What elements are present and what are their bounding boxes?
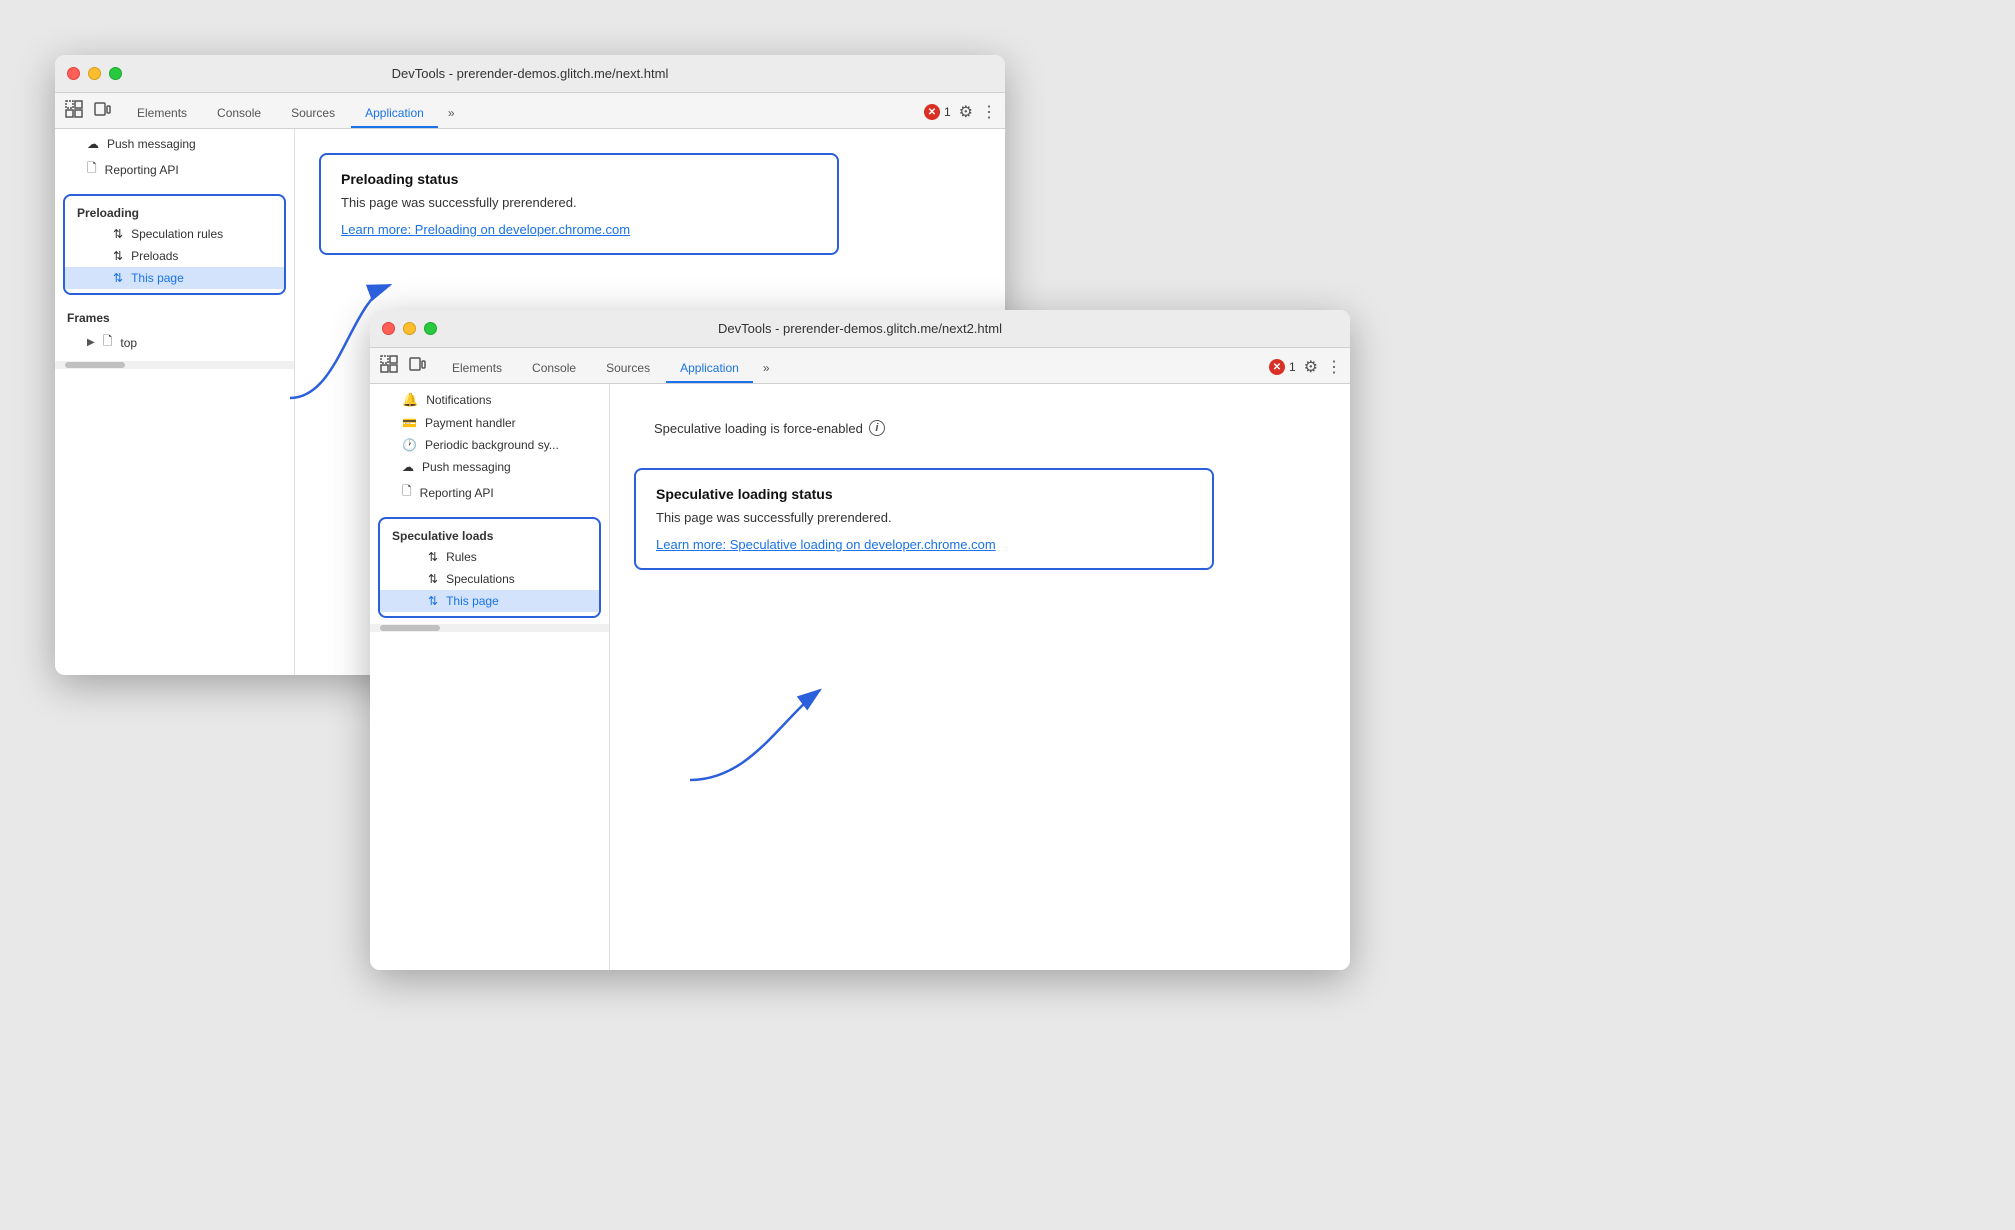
window-title-2: DevTools - prerender-demos.glitch.me/nex… <box>718 321 1002 336</box>
info-icon-2[interactable]: i <box>869 420 885 436</box>
sidebar-section-messaging-1: ☁ Push messaging 🗋 Reporting API <box>55 129 294 188</box>
sidebar-item-reporting-2[interactable]: 🗋 Reporting API <box>370 478 609 507</box>
sidebar-item-top-1[interactable]: ▶ 🗋 top <box>55 328 294 357</box>
sidebar-2: 🔔 Notifications 💳 Payment handler 🕐 Peri… <box>370 384 610 970</box>
tab-elements-2[interactable]: Elements <box>438 355 516 383</box>
devtools-body-2: 🔔 Notifications 💳 Payment handler 🕐 Peri… <box>370 384 1350 970</box>
cloud-icon-2: ☁ <box>402 460 414 474</box>
speculative-status-box: Speculative loading status This page was… <box>634 468 1214 570</box>
updown-icon-rules: ⇅ <box>428 550 438 564</box>
speculative-status-title: Speculative loading status <box>656 486 1192 502</box>
menu-icon-1[interactable]: ⋮ <box>981 102 997 122</box>
minimize-button-2[interactable] <box>403 322 416 335</box>
scrollbar-2[interactable] <box>370 624 609 632</box>
title-bar-2: DevTools - prerender-demos.glitch.me/nex… <box>370 310 1350 348</box>
updown-icon-thispage-1: ⇅ <box>113 271 123 285</box>
sidebar-item-this-page-1[interactable]: ⇅ This page <box>65 267 284 289</box>
preloading-box-1: Preloading ⇅ Speculation rules ⇅ Preload… <box>63 194 286 295</box>
preloading-learn-more-link[interactable]: Learn more: Preloading on developer.chro… <box>341 222 630 237</box>
device-icon-1[interactable] <box>91 98 113 120</box>
sidebar-section-frames-1: Frames ▶ 🗋 top <box>55 301 294 361</box>
tab-elements-1[interactable]: Elements <box>123 100 201 128</box>
speculative-loads-box: Speculative loads ⇅ Rules ⇅ Speculations… <box>378 517 601 618</box>
maximize-button-1[interactable] <box>109 67 122 80</box>
speculative-status-text: This page was successfully prerendered. <box>656 510 1192 525</box>
preloading-status-text: This page was successfully prerendered. <box>341 195 817 210</box>
payment-icon-2: 💳 <box>402 416 417 430</box>
sidebar-item-speculations-2[interactable]: ⇅ Speculations <box>380 568 599 590</box>
sidebar-item-push-2[interactable]: ☁ Push messaging <box>370 456 609 478</box>
updown-icon-thispage-2: ⇅ <box>428 594 438 608</box>
minimize-button-1[interactable] <box>88 67 101 80</box>
tab-sources-1[interactable]: Sources <box>277 100 349 128</box>
traffic-lights-1 <box>67 67 122 80</box>
sidebar-section-top-2: 🔔 Notifications 💳 Payment handler 🕐 Peri… <box>370 384 609 511</box>
speculative-loads-header: Speculative loads <box>380 523 599 546</box>
folder-icon-1: 🗋 <box>103 332 113 353</box>
tab-application-2[interactable]: Application <box>666 355 753 383</box>
force-enabled-notice: Speculative loading is force-enabled i <box>634 408 1326 448</box>
sidebar-item-notifications-2[interactable]: 🔔 Notifications <box>370 388 609 412</box>
sidebar-1: ☁ Push messaging 🗋 Reporting API Preload… <box>55 129 295 675</box>
inspect-icon-2[interactable] <box>378 353 400 375</box>
error-x-icon-1: ✕ <box>924 104 940 120</box>
menu-icon-2[interactable]: ⋮ <box>1326 357 1342 377</box>
scrollbar-thumb-1 <box>65 362 125 368</box>
doc-icon-2: 🗋 <box>402 482 412 503</box>
main-content-2: Speculative loading is force-enabled i S… <box>610 384 1350 970</box>
sidebar-item-reporting-api-1[interactable]: 🗋 Reporting API <box>55 155 294 184</box>
preloading-status-title: Preloading status <box>341 171 817 187</box>
error-badge-1: ✕ 1 <box>924 104 951 120</box>
tab-application-1[interactable]: Application <box>351 100 438 128</box>
devtools-window-2: DevTools - prerender-demos.glitch.me/nex… <box>370 310 1350 970</box>
window-title-1: DevTools - prerender-demos.glitch.me/nex… <box>392 66 669 81</box>
scrollbar-1[interactable] <box>55 361 294 369</box>
sidebar-item-rules-2[interactable]: ⇅ Rules <box>380 546 599 568</box>
sidebar-item-periodic-2[interactable]: 🕐 Periodic background sy... <box>370 434 609 456</box>
tab-console-1[interactable]: Console <box>203 100 275 128</box>
updown-icon-spec-1: ⇅ <box>113 227 123 241</box>
sidebar-item-speculation-rules-1[interactable]: ⇅ Speculation rules <box>65 223 284 245</box>
preloading-header-1: Preloading <box>65 200 284 223</box>
frames-header-1: Frames <box>55 305 294 328</box>
sidebar-item-preloads-1[interactable]: ⇅ Preloads <box>65 245 284 267</box>
tab-console-2[interactable]: Console <box>518 355 590 383</box>
tab-bar-right-2: ✕ 1 ⚙ ⋮ <box>1269 357 1342 383</box>
device-icon-2[interactable] <box>406 353 428 375</box>
error-x-icon-2: ✕ <box>1269 359 1285 375</box>
tab-bar-icons-2 <box>378 353 428 383</box>
updown-icon-speculations: ⇅ <box>428 572 438 586</box>
preloading-status-box: Preloading status This page was successf… <box>319 153 839 255</box>
tab-bar-right-1: ✕ 1 ⚙ ⋮ <box>924 102 997 128</box>
scrollbar-thumb-2 <box>380 625 440 631</box>
close-button-2[interactable] <box>382 322 395 335</box>
maximize-button-2[interactable] <box>424 322 437 335</box>
tab-more-2[interactable]: » <box>755 355 778 383</box>
close-button-1[interactable] <box>67 67 80 80</box>
inspect-icon-1[interactable] <box>63 98 85 120</box>
tab-more-1[interactable]: » <box>440 100 463 128</box>
tab-sources-2[interactable]: Sources <box>592 355 664 383</box>
sidebar-item-push-messaging-1[interactable]: ☁ Push messaging <box>55 133 294 155</box>
traffic-lights-2 <box>382 322 437 335</box>
tab-bar-1: Elements Console Sources Application » ✕… <box>55 93 1005 129</box>
gear-icon-1[interactable]: ⚙ <box>959 102 973 122</box>
speculative-learn-more-link[interactable]: Learn more: Speculative loading on devel… <box>656 537 996 552</box>
tree-arrow-1: ▶ <box>87 337 95 348</box>
bell-icon-2: 🔔 <box>402 392 418 408</box>
title-bar-1: DevTools - prerender-demos.glitch.me/nex… <box>55 55 1005 93</box>
tab-bar-icons-1 <box>63 98 113 128</box>
doc-icon-1: 🗋 <box>87 159 97 180</box>
updown-icon-preloads-1: ⇅ <box>113 249 123 263</box>
sidebar-item-this-page-2[interactable]: ⇅ This page <box>380 590 599 612</box>
tab-bar-2: Elements Console Sources Application » ✕… <box>370 348 1350 384</box>
sidebar-item-payment-2[interactable]: 💳 Payment handler <box>370 412 609 434</box>
clock-icon-2: 🕐 <box>402 438 417 452</box>
cloud-icon-1: ☁ <box>87 137 99 151</box>
error-badge-2: ✕ 1 <box>1269 359 1296 375</box>
gear-icon-2[interactable]: ⚙ <box>1304 357 1318 377</box>
